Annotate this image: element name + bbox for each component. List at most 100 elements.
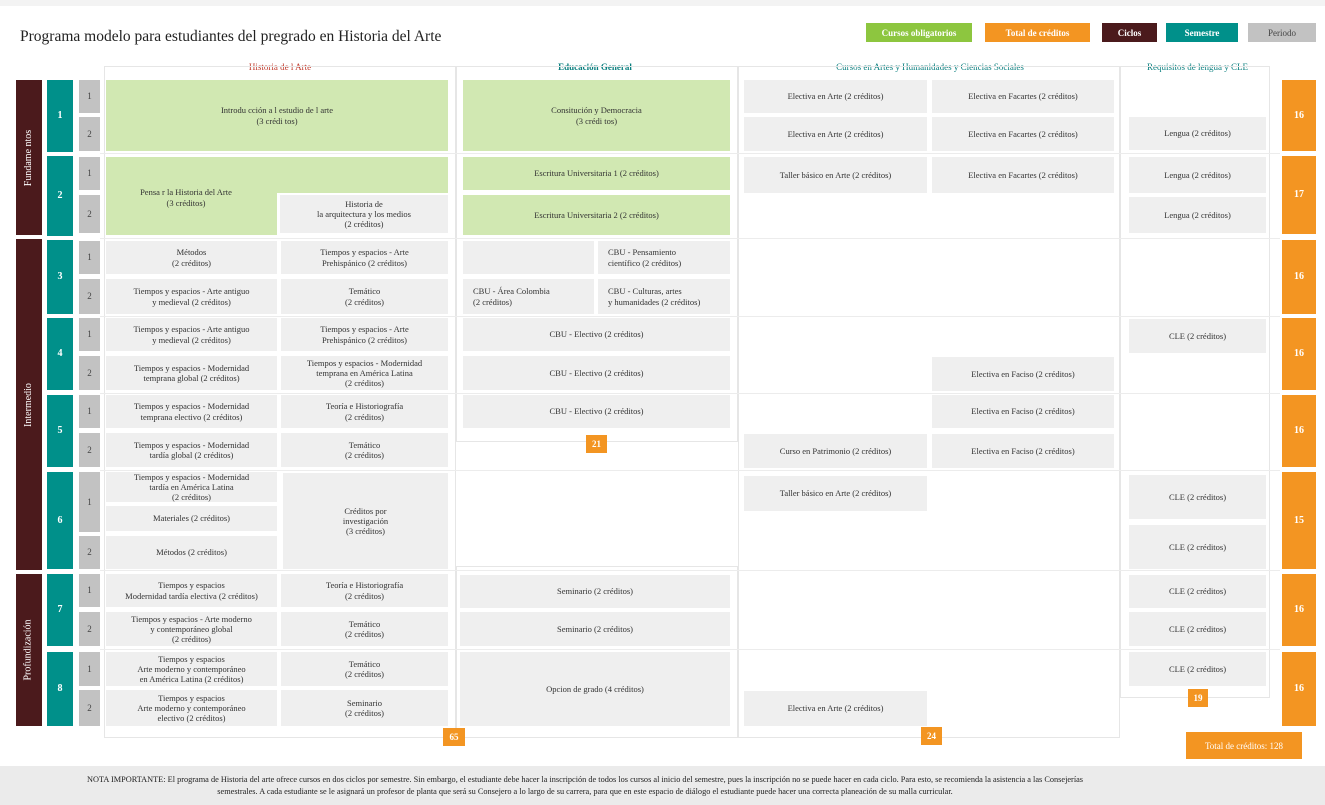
course-tiempos-antiguo: Tiempos y espacios - Arte antiguo y medi… xyxy=(106,279,277,314)
semester-4: 4 xyxy=(47,318,73,390)
course-electiva-arte: Electiva en Arte (2 créditos) xyxy=(744,117,927,151)
course-electiva-faciso: Electiva en Faciso (2 créditos) xyxy=(932,434,1114,468)
course-cbu-electivo: CBU - Electivo (2 créditos) xyxy=(463,318,730,351)
course-cle: CLE (2 créditos) xyxy=(1129,319,1266,353)
semester-2: 2 xyxy=(47,156,73,236)
course-seminario: Seminario (2 créditos) xyxy=(460,575,730,608)
period-1: 1 xyxy=(79,241,100,274)
course-metodos: Métodos (2 créditos) xyxy=(106,241,277,274)
semester-divider xyxy=(100,393,1280,394)
legend-period: Periodo xyxy=(1248,23,1316,42)
course-arte-moderno-global: Tiempos y espacios - Arte moderno y cont… xyxy=(106,612,277,646)
course-introduccion: Introdu cción a l estudio de l arte (3 c… xyxy=(106,80,448,151)
period-1: 1 xyxy=(79,157,100,190)
period-2: 2 xyxy=(79,356,100,390)
course-historia-arquitectura: Historia de la arquitectura y los medios… xyxy=(280,195,448,233)
period-1: 1 xyxy=(79,472,100,532)
course-lengua: Lengua (2 créditos) xyxy=(1129,197,1266,233)
course-electiva-facartes: Electiva en Facartes (2 créditos) xyxy=(932,157,1114,193)
period-2: 2 xyxy=(79,117,100,151)
legend-semester: Semestre xyxy=(1166,23,1238,42)
semester-1: 1 xyxy=(47,80,73,152)
period-2: 2 xyxy=(79,433,100,467)
course-seminario: Seminario (2 créditos) xyxy=(281,690,448,726)
semester-total-7: 16 xyxy=(1282,574,1316,646)
top-band xyxy=(0,0,1325,6)
semester-total-5: 16 xyxy=(1282,395,1316,467)
period-2: 2 xyxy=(79,690,100,726)
period-1: 1 xyxy=(79,652,100,686)
course-taller-basico: Taller básico en Arte (2 créditos) xyxy=(744,157,927,193)
period-2: 2 xyxy=(79,536,100,569)
legend-required-courses: Cursos obligatorios xyxy=(866,23,972,42)
course-lengua: Lengua (2 créditos) xyxy=(1129,117,1266,150)
period-1: 1 xyxy=(79,395,100,428)
period-1: 1 xyxy=(79,80,100,113)
stage-profundizacion: Profundización xyxy=(16,574,42,726)
period-2: 2 xyxy=(79,279,100,314)
course-cle: CLE (2 créditos) xyxy=(1129,652,1266,686)
course-cbu-electivo: CBU - Electivo (2 créditos) xyxy=(463,395,730,428)
total-general: 21 xyxy=(586,435,607,453)
period-1: 1 xyxy=(79,574,100,607)
course-electiva-faciso: Electiva en Faciso (2 créditos) xyxy=(932,395,1114,428)
semester-total-2: 17 xyxy=(1282,156,1316,234)
stage-fundamentos: Fundame ntos xyxy=(16,80,42,235)
course-lengua: Lengua (2 créditos) xyxy=(1129,157,1266,193)
period-1: 1 xyxy=(79,318,100,351)
course-patrimonio: Curso en Patrimonio (2 créditos) xyxy=(744,434,927,468)
semester-6: 6 xyxy=(47,472,73,569)
course-modernidad-temprana-global: Tiempos y espacios - Modernidad temprana… xyxy=(106,356,277,390)
grand-total: Total de créditos: 128 xyxy=(1186,732,1302,759)
course-modernidad-temprana-electivo: Tiempos y espacios - Modernidad temprana… xyxy=(106,395,277,428)
empty-slot xyxy=(463,241,594,274)
semester-divider xyxy=(100,570,1280,571)
semester-total-8: 16 xyxy=(1282,652,1316,726)
course-electiva-arte: Electiva en Arte (2 créditos) xyxy=(744,80,927,113)
semester-divider xyxy=(100,153,1280,154)
course-cle: CLE (2 créditos) xyxy=(1129,612,1266,646)
course-seminario: Seminario (2 créditos) xyxy=(460,612,730,646)
semester-7: 7 xyxy=(47,574,73,646)
course-modernidad-tardia-electiva: Tiempos y espacios Modernidad tardía ele… xyxy=(106,574,277,607)
important-note: NOTA IMPORTANTE: El programa de Historia… xyxy=(0,766,1325,805)
legend-cycles: Ciclos xyxy=(1102,23,1157,42)
total-historia: 65 xyxy=(443,728,465,746)
page-title: Programa modelo para estudiantes del pre… xyxy=(20,28,442,45)
semester-divider xyxy=(100,316,1280,317)
course-tematico: Temático (2 créditos) xyxy=(281,612,448,646)
course-cbu-electivo: CBU - Electivo (2 créditos) xyxy=(463,356,730,390)
course-escritura-1: Escritura Universitaria 1 (2 créditos) xyxy=(463,157,730,190)
semester-total-1: 16 xyxy=(1282,80,1316,151)
course-electiva-facartes: Electiva en Facartes (2 créditos) xyxy=(932,117,1114,151)
period-2: 2 xyxy=(79,195,100,233)
semester-divider xyxy=(100,649,1280,650)
course-electiva-arte: Electiva en Arte (2 créditos) xyxy=(744,691,927,726)
total-artes: 24 xyxy=(921,727,942,745)
legend-total-credits: Total de créditos xyxy=(985,23,1090,42)
course-tematico: Temático (2 créditos) xyxy=(281,652,448,686)
course-modernidad-tardia-global: Tiempos y espacios - Modernidad tardía g… xyxy=(106,433,277,467)
semester-total-3: 16 xyxy=(1282,240,1316,314)
semester-8: 8 xyxy=(47,652,73,726)
course-tiempos-antiguo: Tiempos y espacios - Arte antiguo y medi… xyxy=(106,318,277,351)
course-electiva-faciso: Electiva en Faciso (2 créditos) xyxy=(932,357,1114,391)
course-modernidad-temprana-al: Tiempos y espacios - Modernidad temprana… xyxy=(281,356,448,390)
course-constitucion: Consitución y Democracia (3 crédi tos) xyxy=(463,80,730,151)
course-tiempos-prehispanico: Tiempos y espacios - Arte Prehispánico (… xyxy=(281,318,448,351)
course-materiales: Materiales (2 créditos) xyxy=(106,506,277,531)
course-pensar-historia: Pensa r la Historia del Arte (3 créditos… xyxy=(140,187,232,208)
course-arte-moderno-electivo: Tiempos y espacios Arte moderno y contem… xyxy=(106,690,277,726)
stage-intermedio: Intermedio xyxy=(16,239,42,570)
course-taller-basico: Taller básico en Arte (2 créditos) xyxy=(744,476,927,511)
course-creditos-investigacion: Créditos por investigación (3 créditos) xyxy=(283,473,448,569)
course-tematico: Temático (2 créditos) xyxy=(281,433,448,467)
course-tiempos-prehispanico: Tiempos y espacios - Arte Prehispánico (… xyxy=(281,241,448,274)
semester-total-6: 15 xyxy=(1282,472,1316,569)
course-cle: CLE (2 créditos) xyxy=(1129,475,1266,519)
course-cbu-culturas: CBU - Culturas, artes y humanidades (2 c… xyxy=(598,279,730,314)
course-modernidad-tardia-al: Tiempos y espacios - Modernidad tardía e… xyxy=(106,472,277,502)
course-teoria-historiografia: Teoría e Historiografía (2 créditos) xyxy=(281,395,448,428)
course-opcion-grado: Opcion de grado (4 créditos) xyxy=(460,652,730,726)
course-cbu-colombia: CBU - Área Colombia (2 créditos) xyxy=(463,279,594,314)
